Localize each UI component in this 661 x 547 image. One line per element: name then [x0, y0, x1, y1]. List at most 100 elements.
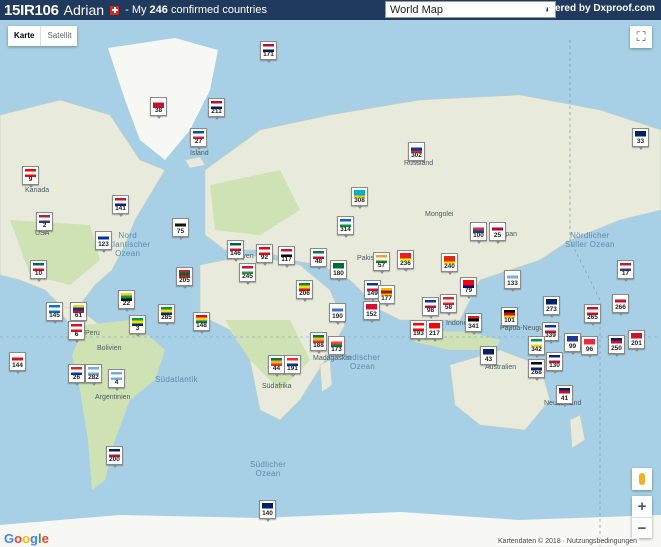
country-marker[interactable]: 38 [150, 97, 167, 119]
country-marker[interactable]: 58 [440, 294, 457, 316]
country-marker[interactable]: 144 [9, 352, 26, 374]
madagascar-shape [319, 359, 333, 393]
country-marker[interactable]: 211 [208, 98, 225, 120]
country-marker[interactable]: 140 [259, 500, 276, 522]
swiss-flag-icon [110, 5, 120, 15]
country-marker[interactable]: 342 [528, 336, 545, 358]
country-marker[interactable]: 314 [337, 216, 354, 238]
country-marker[interactable]: 206 [296, 280, 313, 302]
country-marker[interactable]: 48 [310, 248, 327, 270]
world-map[interactable]: IslandKanadaUSARusslandMongoleiJapanPaki… [0, 20, 661, 547]
country-marker[interactable]: 92 [256, 244, 273, 266]
country-marker[interactable]: 6 [68, 321, 85, 343]
map-select-dropdown[interactable]: World Map ▼ [385, 1, 556, 18]
country-marker[interactable]: 61 [70, 302, 87, 324]
ocean-label: Südlicher Ozean [250, 460, 287, 478]
country-marker[interactable]: 282 [85, 364, 102, 386]
pegman-icon[interactable] [632, 468, 652, 490]
map-type-satellit[interactable]: Satellit [40, 26, 77, 46]
country-marker[interactable]: 43 [480, 346, 497, 368]
confirmed-count: 246 [149, 4, 168, 16]
country-marker[interactable]: 9 [22, 166, 39, 188]
marker-count: 282 [88, 374, 99, 381]
country-marker[interactable]: 25 [489, 222, 506, 244]
country-marker[interactable]: 117 [278, 246, 295, 268]
country-marker[interactable]: 22 [118, 290, 135, 312]
marker-count: 341 [468, 323, 479, 330]
country-marker[interactable]: 190 [329, 303, 346, 325]
country-marker[interactable]: 96 [581, 336, 598, 358]
country-marker[interactable]: 341 [465, 313, 482, 335]
country-marker[interactable]: 33 [632, 128, 649, 150]
country-marker[interactable]: 268 [528, 359, 545, 381]
country-marker[interactable]: 152 [363, 301, 380, 323]
operator-name: Adrian [63, 2, 105, 18]
country-marker[interactable]: 180 [330, 260, 347, 282]
country-marker[interactable]: 250 [608, 335, 625, 357]
marker-count: 308 [354, 197, 365, 204]
marker-count: 48 [314, 258, 323, 265]
marker-count: 200 [109, 456, 120, 463]
country-marker[interactable]: 188 [310, 332, 327, 354]
country-marker[interactable]: 245 [239, 263, 256, 285]
country-marker[interactable]: 100 [470, 222, 487, 244]
marker-count: 4 [114, 379, 119, 386]
country-marker[interactable]: 201 [628, 330, 645, 352]
country-marker[interactable]: 265 [584, 304, 601, 326]
country-marker[interactable]: 266 [612, 294, 629, 316]
country-marker[interactable]: 130 [546, 352, 563, 374]
ocean-label: Südatlantik [155, 375, 198, 384]
country-marker[interactable]: 191 [284, 355, 301, 377]
marker-count: 152 [366, 311, 377, 318]
country-marker[interactable]: 10 [30, 260, 47, 282]
zoom-in-button[interactable]: + [632, 496, 652, 518]
country-marker[interactable]: 98 [422, 297, 439, 319]
country-marker[interactable]: 308 [351, 187, 368, 209]
country-marker[interactable]: 79 [460, 277, 477, 299]
country-marker[interactable]: 177 [378, 285, 395, 307]
country-marker[interactable]: 285 [158, 304, 175, 326]
map-attribution[interactable]: Kartendaten © 2018 · Nutzungsbedingungen [495, 538, 639, 545]
powered-by-link[interactable]: Powered by Dxproof.com [534, 3, 655, 14]
country-marker[interactable]: 146 [227, 240, 244, 262]
country-marker[interactable]: 17 [617, 260, 634, 282]
country-marker[interactable]: 141 [112, 195, 129, 217]
marker-count: 27 [194, 138, 203, 145]
country-marker[interactable]: 4 [108, 369, 125, 391]
marker-count: 206 [299, 290, 310, 297]
marker-count: 96 [585, 346, 594, 353]
country-marker[interactable]: 240 [441, 253, 458, 275]
country-marker[interactable]: 171 [260, 41, 277, 63]
google-logo[interactable]: Google [4, 531, 49, 546]
marker-count: 123 [98, 241, 109, 248]
country-marker[interactable]: 145 [46, 302, 63, 324]
country-marker[interactable]: 123 [95, 231, 112, 253]
country-marker[interactable]: 148 [193, 312, 210, 334]
marker-count: 217 [429, 330, 440, 337]
country-marker[interactable]: 101 [501, 307, 518, 329]
iceland-shape [184, 156, 206, 169]
marker-count: 9 [28, 176, 33, 183]
country-marker[interactable]: 75 [172, 218, 189, 240]
country-marker[interactable]: 27 [190, 128, 207, 150]
country-marker[interactable]: 302 [408, 142, 425, 164]
country-marker[interactable]: 200 [106, 446, 123, 468]
country-marker[interactable]: 133 [504, 270, 521, 292]
zoom-out-button[interactable]: − [632, 518, 652, 539]
country-marker[interactable]: 205 [176, 267, 193, 289]
country-marker[interactable]: 217 [426, 320, 443, 342]
fullscreen-icon[interactable]: ⛶ [630, 26, 652, 48]
marker-count: 236 [400, 260, 411, 267]
marker-count: 43 [484, 356, 493, 363]
country-marker[interactable]: 273 [543, 296, 560, 318]
country-marker[interactable]: 3 [129, 315, 146, 337]
country-marker[interactable]: 173 [328, 336, 345, 358]
country-marker[interactable]: 236 [397, 250, 414, 272]
marker-count: 6 [74, 331, 79, 338]
map-type-karte[interactable]: Karte [8, 26, 40, 46]
country-marker[interactable]: 57 [373, 252, 390, 274]
marker-count: 92 [260, 254, 269, 261]
country-marker[interactable]: 41 [556, 385, 573, 407]
country-marker[interactable]: 2 [36, 212, 53, 234]
place-label: Argentinien [95, 394, 131, 401]
